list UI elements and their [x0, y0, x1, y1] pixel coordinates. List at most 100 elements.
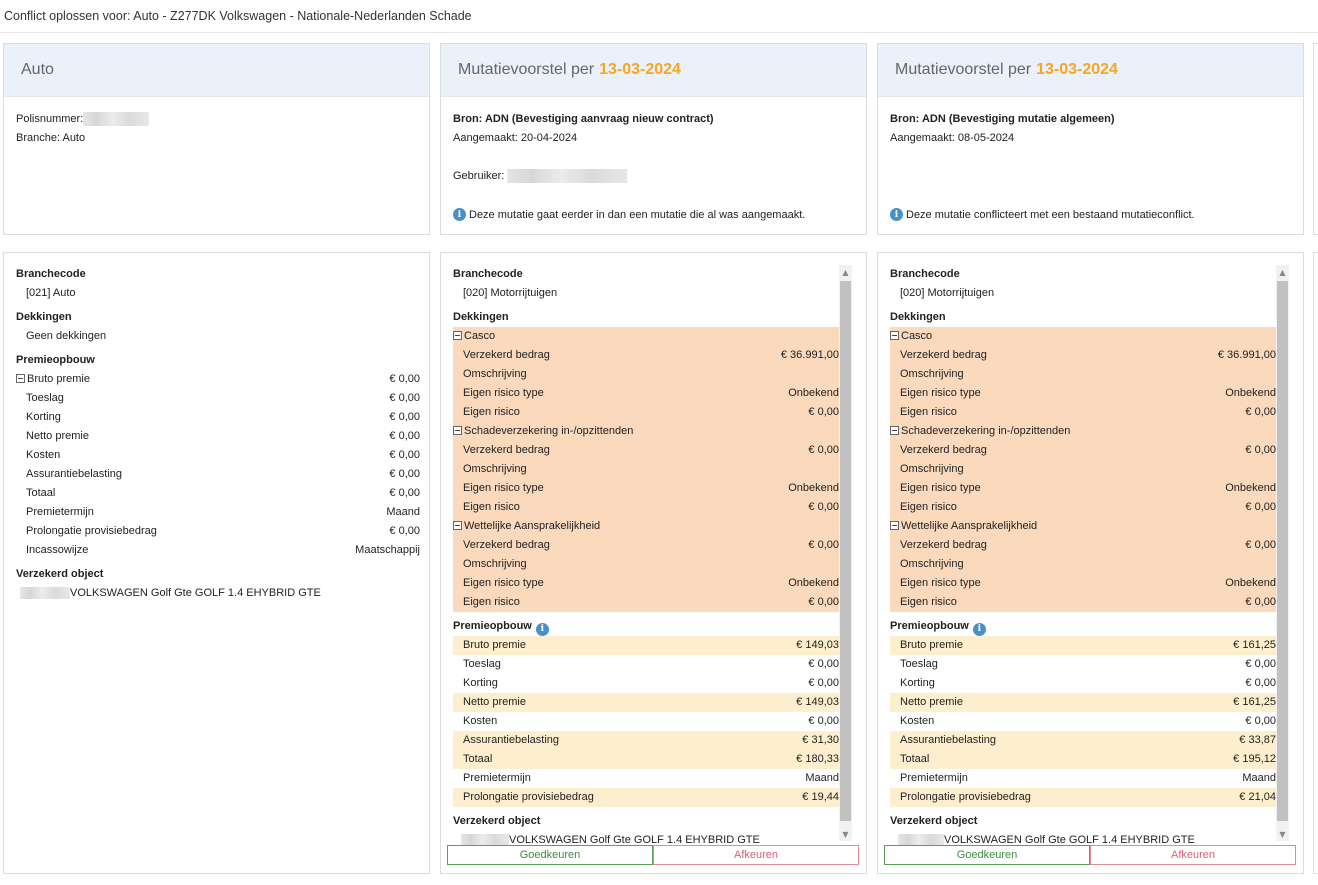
dekking-row: Omschrijving: [453, 365, 839, 384]
dekking-group-2-label: Schadeverzekering in-/opzittenden: [901, 425, 1070, 437]
proposal-1-detail-card: Branchecode [020] Motorrijtuigen Dekking…: [440, 252, 867, 874]
proposal-1-scroll-area[interactable]: Branchecode [020] Motorrijtuigen Dekking…: [453, 265, 839, 850]
dekking-row: Omschrijving: [453, 460, 839, 479]
premie-row-label-text: Bruto premie: [27, 373, 90, 385]
scroll-up-arrow-icon[interactable]: ▲: [839, 265, 852, 279]
premie-row: Assurantiebelasting € 31,30: [453, 731, 839, 750]
dekking-row-label: Omschrijving: [900, 365, 964, 384]
dekking-row: Verzekerd bedrag € 0,00: [453, 441, 839, 460]
scroll-thumb[interactable]: [1277, 281, 1288, 821]
reject-button[interactable]: Afkeuren: [1090, 845, 1296, 865]
dekkingen-title: Dekkingen: [16, 311, 72, 323]
dekking-group-1[interactable]: Casco: [453, 327, 839, 346]
collapse-toggle-icon[interactable]: [890, 426, 899, 435]
dekking-row-label: Eigen risico type: [900, 384, 981, 403]
branchecode-value-row: [021] Auto: [16, 284, 420, 303]
approve-button[interactable]: Goedkeuren: [884, 845, 1090, 865]
scroll-up-arrow-icon[interactable]: ▲: [1276, 265, 1289, 279]
gebruiker-label: Gebruiker:: [453, 170, 505, 182]
dekking-group-2[interactable]: Schadeverzekering in-/opzittenden: [453, 422, 839, 441]
premie-row-value: € 0,00: [808, 677, 839, 689]
dekking-row-value: Onbekend: [788, 387, 839, 399]
info-icon[interactable]: i: [535, 623, 549, 636]
current-policy-header: Auto: [4, 44, 429, 97]
premie-row-label: Assurantiebelasting: [463, 731, 559, 750]
premieopbouw-label: Premieopbouw: [453, 620, 532, 632]
dekking-group-1-label-wrap: Casco: [453, 327, 495, 346]
premie-row-label: Bruto premie: [27, 373, 90, 385]
dekking-row: Eigen risico € 0,00: [453, 593, 839, 612]
premie-row-value: € 0,00: [389, 411, 420, 423]
dekking-row-label-text: Eigen risico: [900, 501, 957, 513]
collapse-toggle-icon[interactable]: [453, 331, 462, 340]
proposal-1-gebruiker-line: Gebruiker:: [453, 167, 854, 186]
premie-row-value: € 33,87: [1239, 734, 1276, 746]
proposal-2-header: Mutatievoorstel per 13-03-2024: [878, 44, 1303, 97]
branche-line: Branche: Auto: [16, 132, 86, 144]
info-icon: i: [453, 208, 466, 221]
reject-button[interactable]: Afkeuren: [653, 845, 859, 865]
premie-row-label-text: Prolongatie provisiebedrag: [26, 525, 157, 537]
dekking-row-label-text: Eigen risico: [463, 406, 520, 418]
premie-row: Premietermijn Maand: [890, 769, 1276, 788]
dekking-row-label-text: Omschrijving: [463, 558, 527, 570]
dekking-row-label-text: Eigen risico type: [900, 577, 981, 589]
dekking-row-label: Omschrijving: [900, 460, 964, 479]
dekking-row: Eigen risico € 0,00: [453, 498, 839, 517]
proposal-2-scrollbar[interactable]: ▲ ▼: [1276, 265, 1289, 841]
premie-row-label: Premietermijn: [900, 769, 968, 788]
verzekerd-object-title: Verzekerd object: [16, 568, 104, 580]
proposal-1-scrollbar[interactable]: ▲ ▼: [839, 265, 852, 841]
scroll-down-arrow-icon[interactable]: ▼: [839, 827, 852, 841]
redacted-polisnummer: [83, 112, 150, 127]
premie-row: Netto premie € 0,00: [16, 427, 420, 446]
proposal-1-note: i Deze mutatie gaat eerder in dan een mu…: [453, 208, 805, 221]
collapse-toggle-icon[interactable]: [890, 521, 899, 530]
collapse-toggle-icon[interactable]: [453, 521, 462, 530]
redacted-kenteken: [20, 587, 70, 600]
verzekerd-object-title: Verzekerd object: [890, 815, 978, 827]
dekking-group-2[interactable]: Schadeverzekering in-/opzittenden: [890, 422, 1276, 441]
premieopbouw-label: Premieopbouw: [890, 620, 969, 632]
scroll-thumb[interactable]: [840, 281, 851, 821]
dekking-group-1-label-text: Casco: [901, 330, 933, 342]
premie-row: Incassowijze Maatschappij: [16, 541, 420, 560]
premie-row: Toeslag € 0,00: [890, 655, 1276, 674]
dekking-row: Eigen risico type Onbekend: [453, 574, 839, 593]
premie-row[interactable]: Bruto premie € 0,00: [16, 370, 420, 389]
info-icon[interactable]: i: [972, 623, 986, 636]
premie-row-label: Kosten: [900, 712, 934, 731]
premie-row-label-text: Korting: [26, 411, 61, 423]
dekking-row-label: Eigen risico type: [463, 479, 544, 498]
premie-row-label-text: Incassowijze: [26, 544, 89, 556]
scroll-down-arrow-icon[interactable]: ▼: [1276, 827, 1289, 841]
collapse-toggle-icon[interactable]: [890, 331, 899, 340]
premie-row-label-text: Totaal: [26, 487, 56, 499]
title-divider: [0, 32, 1318, 33]
dekking-row-label-text: Verzekerd bedrag: [463, 539, 550, 551]
premie-row: Kosten € 0,00: [453, 712, 839, 731]
premie-row-label-text: Korting: [900, 677, 935, 689]
premie-row-label-text: Totaal: [900, 753, 930, 765]
branchecode-value: [020] Motorrijtuigen: [900, 287, 995, 299]
dekking-group-1[interactable]: Casco: [890, 327, 1276, 346]
dekking-row-value: € 0,00: [1245, 596, 1276, 608]
dekking-row-label: Omschrijving: [463, 460, 527, 479]
premie-row: Kosten € 0,00: [890, 712, 1276, 731]
dekking-row-label: Omschrijving: [463, 555, 527, 574]
collapse-toggle-icon[interactable]: [453, 426, 462, 435]
branchecode-value-row: [020] Motorrijtuigen: [890, 284, 1276, 303]
dekking-group-3[interactable]: Wettelijke Aansprakelijkheid: [453, 517, 839, 536]
premie-row: Netto premie € 161,25: [890, 693, 1276, 712]
premie-row-label-text: Toeslag: [26, 392, 64, 404]
premie-row: Totaal € 195,12: [890, 750, 1276, 769]
dekking-row-label: Eigen risico type: [463, 384, 544, 403]
premieopbouw-title: Premieopbouw i: [890, 617, 1276, 636]
premie-row-label: Prolongatie provisiebedrag: [26, 522, 157, 541]
dekking-group-3[interactable]: Wettelijke Aansprakelijkheid: [890, 517, 1276, 536]
collapse-toggle-icon[interactable]: [16, 374, 25, 383]
dekking-row: Omschrijving: [890, 460, 1276, 479]
dekking-row: Omschrijving: [453, 555, 839, 574]
proposal-2-scroll-area[interactable]: Branchecode [020] Motorrijtuigen Dekking…: [890, 265, 1276, 850]
approve-button[interactable]: Goedkeuren: [447, 845, 653, 865]
